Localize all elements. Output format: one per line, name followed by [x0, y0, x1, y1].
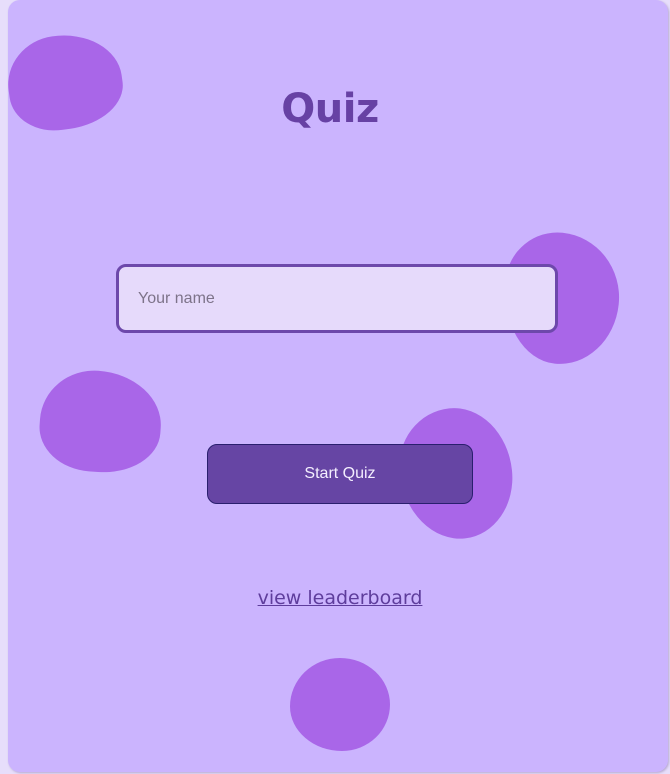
decorative-blob	[36, 366, 165, 477]
start-quiz-button[interactable]: Start Quiz	[207, 444, 473, 504]
quiz-card: Quiz Start Quiz view leaderboard	[8, 0, 668, 772]
page-title: Quiz	[281, 86, 379, 132]
view-leaderboard-link[interactable]: view leaderboard	[8, 587, 668, 609]
name-input[interactable]	[116, 264, 558, 333]
decorative-blob	[290, 658, 390, 751]
